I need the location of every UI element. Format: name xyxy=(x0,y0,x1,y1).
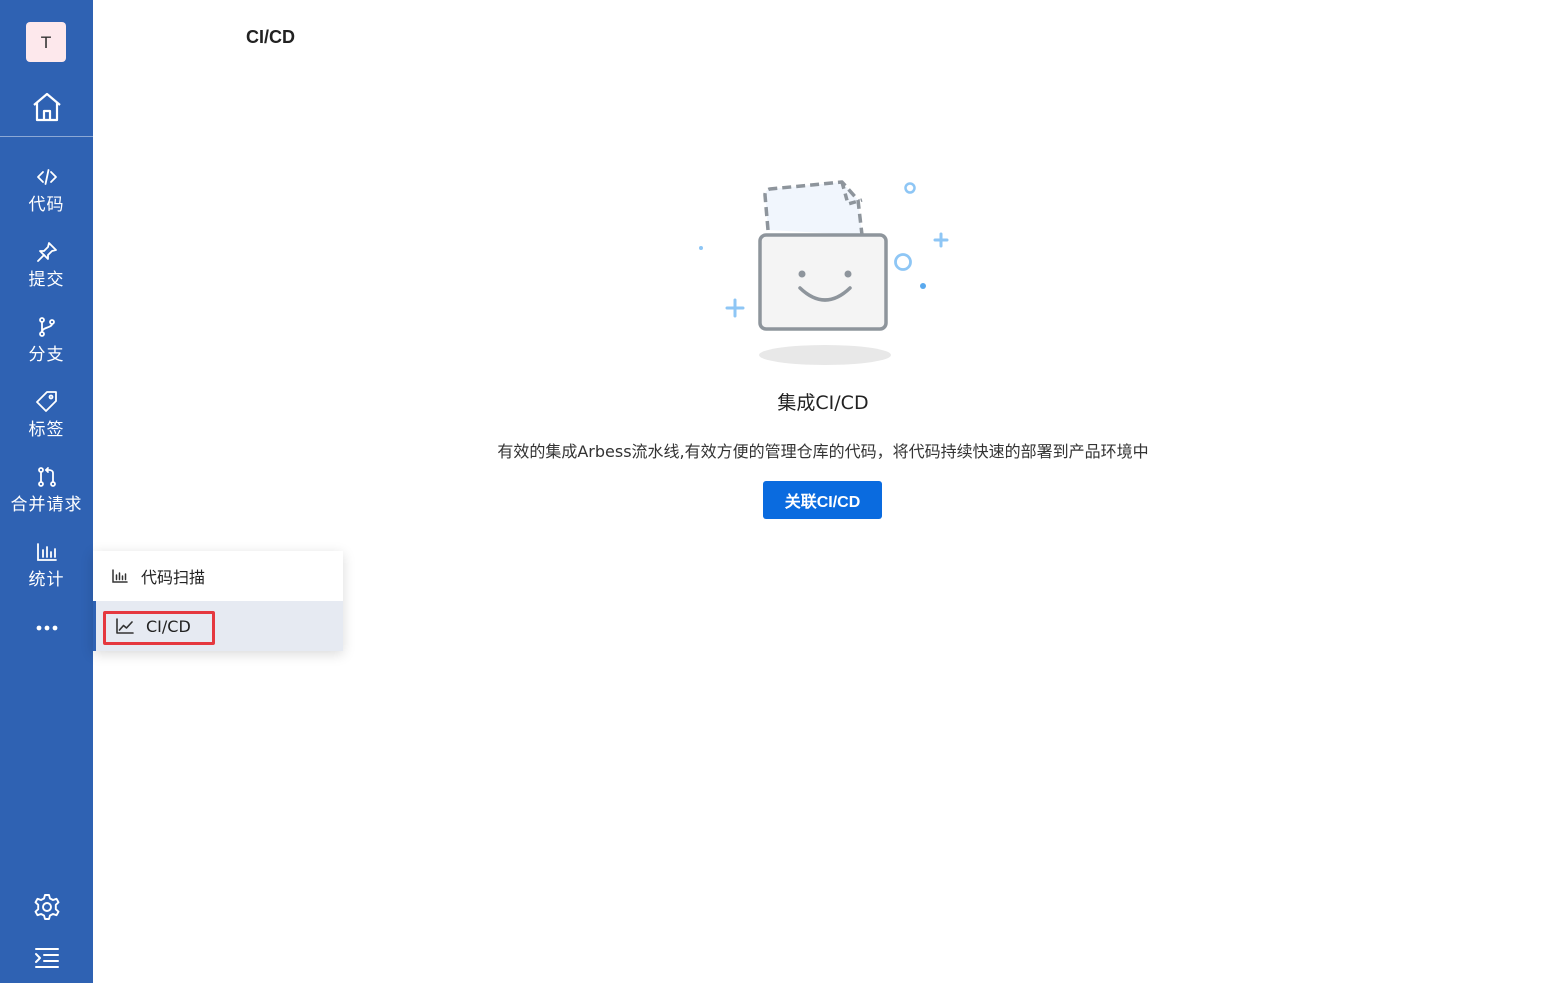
gear-icon[interactable] xyxy=(33,893,61,921)
popup-item-cicd[interactable]: CI/CD xyxy=(93,601,343,651)
collapse-menu-icon[interactable] xyxy=(33,944,61,972)
merge-request-icon xyxy=(37,467,56,487)
home-icon[interactable] xyxy=(30,90,64,124)
link-cicd-button[interactable]: 关联CI/CD xyxy=(763,481,882,519)
avatar[interactable]: T xyxy=(26,22,66,62)
sidebar-item-commit[interactable]: 提交 xyxy=(0,237,93,303)
sidebar-item-branch[interactable]: 分支 xyxy=(0,312,93,378)
more-icon[interactable] xyxy=(34,618,60,636)
pin-icon xyxy=(36,242,57,262)
empty-folder-illustration xyxy=(699,180,949,365)
sidebar-item-label: 提交 xyxy=(28,270,65,290)
page-title: CI/CD xyxy=(246,27,295,47)
popup-item-code-scan[interactable]: 代码扫描 xyxy=(93,551,343,601)
empty-state-description: 有效的集成Arbess流水线,有效方便的管理仓库的代码，将代码持续快速的部署到产… xyxy=(497,442,1149,461)
line-chart-icon xyxy=(116,618,134,634)
empty-state-title: 集成CI/CD xyxy=(777,392,869,414)
more-popup-menu: 代码扫描 CI/CD xyxy=(93,551,343,651)
sidebar-item-statistics[interactable]: 统计 xyxy=(0,537,93,603)
sidebar: T 代码 提交 分支 标签 合并请求 统计 xyxy=(0,0,93,983)
code-icon xyxy=(36,169,57,185)
sidebar-item-code[interactable]: 代码 xyxy=(0,162,93,228)
bar-chart-icon xyxy=(112,569,128,583)
bar-chart-icon xyxy=(36,543,57,561)
popup-item-label: CI/CD xyxy=(146,616,191,636)
sidebar-item-merge-request[interactable]: 合并请求 xyxy=(0,462,93,528)
sidebar-item-label: 分支 xyxy=(28,345,65,365)
popup-item-label: 代码扫描 xyxy=(141,568,206,587)
sidebar-item-label: 代码 xyxy=(28,195,65,215)
sidebar-divider xyxy=(0,136,93,137)
sidebar-item-label: 合并请求 xyxy=(10,495,83,515)
sidebar-item-label: 统计 xyxy=(28,570,65,590)
sidebar-item-label: 标签 xyxy=(28,420,65,440)
branch-icon xyxy=(38,317,55,337)
